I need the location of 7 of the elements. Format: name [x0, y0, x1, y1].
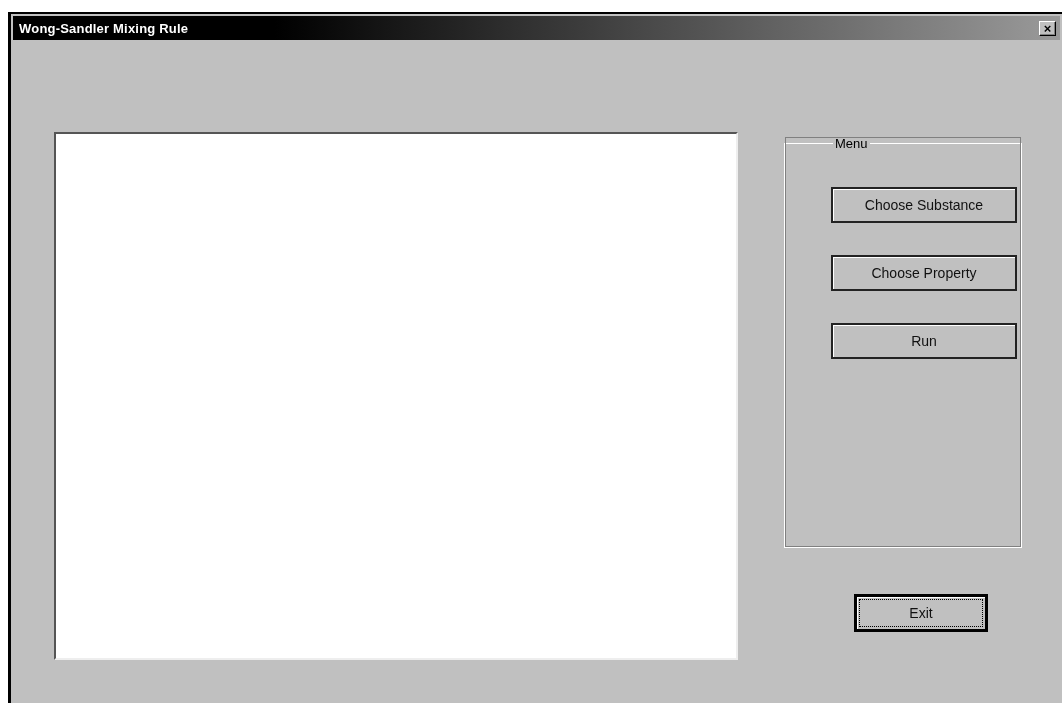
menu-button[interactable]: Choose Property [831, 255, 1017, 291]
exit-button[interactable]: Exit [854, 594, 988, 632]
menu-button[interactable]: Run [831, 323, 1017, 359]
menu-button[interactable]: Choose Substance [831, 187, 1017, 223]
group-label: Menu [834, 136, 869, 151]
close-button[interactable]: × [1039, 20, 1056, 36]
window-title: Wong-Sandler Mixing Rule [19, 20, 189, 36]
